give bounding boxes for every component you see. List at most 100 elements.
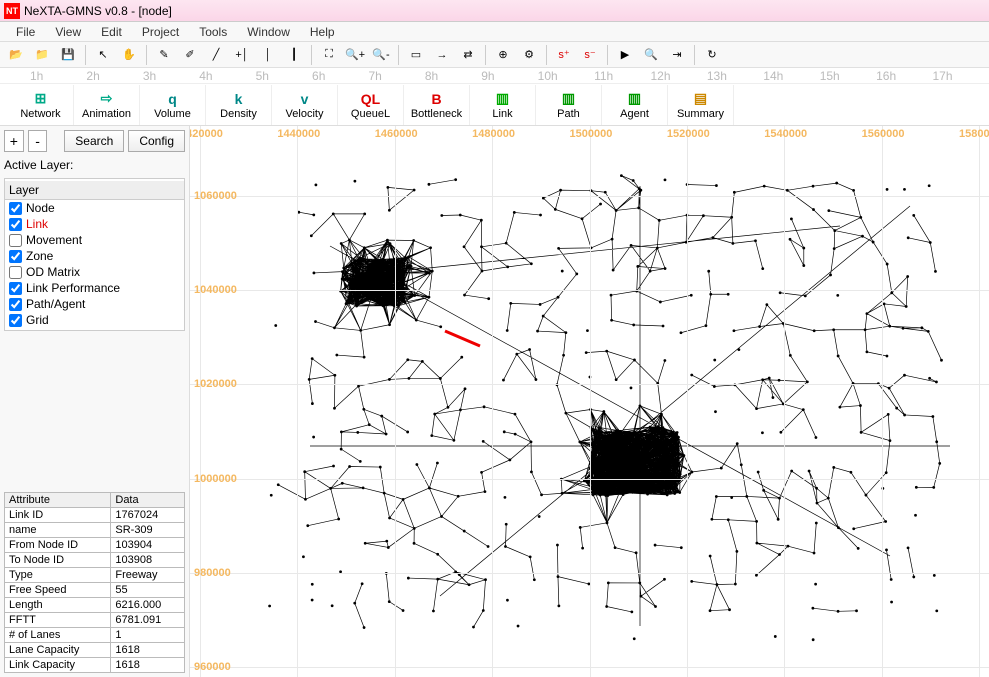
layer-checkbox[interactable] — [9, 250, 22, 263]
layer-checkbox[interactable] — [9, 202, 22, 215]
zoom-in-icon[interactable]: 🔍+ — [343, 44, 367, 66]
ribbon-network[interactable]: ⊞Network — [8, 85, 74, 125]
attr-value: 1 — [111, 628, 185, 643]
attr-value: 1767024 — [111, 508, 185, 523]
hand-icon[interactable]: ✋ — [117, 44, 141, 66]
table-row[interactable]: Length6216.000 — [5, 598, 185, 613]
layer-checkbox[interactable] — [9, 234, 22, 247]
zoom-minus-button[interactable]: - — [28, 130, 48, 152]
arrow-right-icon[interactable]: → — [430, 44, 454, 66]
y-gridlabel: 1040000 — [194, 284, 237, 296]
ribbon-path[interactable]: ▥Path — [536, 85, 602, 125]
time-tick: 4h — [199, 69, 255, 83]
table-row[interactable]: From Node ID103904 — [5, 538, 185, 553]
vline-icon[interactable]: │ — [256, 44, 280, 66]
menu-help[interactable]: Help — [300, 23, 345, 41]
target-icon[interactable]: ⊕ — [491, 44, 515, 66]
layer-item-grid[interactable]: Grid — [5, 312, 184, 328]
export-icon[interactable]: ⇥ — [665, 44, 689, 66]
config-button[interactable]: Config — [128, 130, 185, 152]
layer-item-zone[interactable]: Zone — [5, 248, 184, 264]
s-minus-icon[interactable]: s⁻ — [578, 44, 602, 66]
pencil2-icon[interactable]: ✐ — [178, 44, 202, 66]
add-point-icon[interactable]: +│ — [230, 44, 254, 66]
link-icon: ▥ — [496, 90, 509, 108]
attr-name: Link ID — [5, 508, 111, 523]
ribbon: ⊞Network⇨AnimationqVolumekDensityvVeloci… — [0, 84, 989, 126]
layer-label: Node — [26, 201, 55, 215]
menu-project[interactable]: Project — [132, 23, 189, 41]
time-tick: 11h — [594, 69, 650, 83]
x-gridlabel: 1460000 — [375, 128, 418, 140]
layer-label: Link Performance — [26, 281, 120, 295]
ribbon-label: Volume — [154, 108, 191, 120]
layer-checkbox[interactable] — [9, 298, 22, 311]
ribbon-density[interactable]: kDensity — [206, 85, 272, 125]
pencil-icon[interactable]: ✎ — [152, 44, 176, 66]
layer-item-odmatrix[interactable]: OD Matrix — [5, 264, 184, 280]
network-icon: ⊞ — [35, 90, 47, 108]
layer-item-movement[interactable]: Movement — [5, 232, 184, 248]
vline2-icon[interactable]: ┃ — [282, 44, 306, 66]
ribbon-queuel[interactable]: QLQueueL — [338, 85, 404, 125]
play-icon[interactable]: ▶ — [613, 44, 637, 66]
pointer-icon[interactable]: ↖ — [91, 44, 115, 66]
zoom-out-icon[interactable]: 🔍- — [369, 44, 393, 66]
menu-tools[interactable]: Tools — [189, 23, 237, 41]
line-icon[interactable]: ╱ — [204, 44, 228, 66]
time-tick: 7h — [368, 69, 424, 83]
layer-item-linkperformance[interactable]: Link Performance — [5, 280, 184, 296]
menu-edit[interactable]: Edit — [91, 23, 132, 41]
ribbon-summary[interactable]: ▤Summary — [668, 85, 734, 125]
attr-name: name — [5, 523, 111, 538]
menu-window[interactable]: Window — [237, 23, 300, 41]
save-icon[interactable]: 💾 — [56, 44, 80, 66]
table-row[interactable]: TypeFreeway — [5, 568, 185, 583]
table-row[interactable]: Free Speed55 — [5, 583, 185, 598]
zoom-plus-button[interactable]: + — [4, 130, 24, 152]
s-plus-icon[interactable]: s⁺ — [552, 44, 576, 66]
ribbon-agent[interactable]: ▥Agent — [602, 85, 668, 125]
x-gridlabel: 1540000 — [764, 128, 807, 140]
arrows-lr-icon[interactable]: ⇄ — [456, 44, 480, 66]
ribbon-bottleneck[interactable]: BBottleneck — [404, 85, 470, 125]
menu-view[interactable]: View — [45, 23, 91, 41]
refresh-icon[interactable]: ↻ — [700, 44, 724, 66]
zoom-icon[interactable]: 🔍 — [639, 44, 663, 66]
table-row[interactable]: nameSR-309 — [5, 523, 185, 538]
open-folder-icon[interactable]: 📂 — [4, 44, 28, 66]
gear-icon[interactable]: ⚙ — [517, 44, 541, 66]
layer-checkbox[interactable] — [9, 218, 22, 231]
table-row[interactable]: To Node ID103908 — [5, 553, 185, 568]
attr-name: FFTT — [5, 613, 111, 628]
layer-item-link[interactable]: Link — [5, 216, 184, 232]
ribbon-velocity[interactable]: vVelocity — [272, 85, 338, 125]
table-row[interactable]: # of Lanes1 — [5, 628, 185, 643]
table-row[interactable]: Link ID1767024 — [5, 508, 185, 523]
layer-item-pathagent[interactable]: Path/Agent — [5, 296, 184, 312]
menu-file[interactable]: File — [6, 23, 45, 41]
layer-item-node[interactable]: Node — [5, 200, 184, 216]
layer-label: OD Matrix — [26, 265, 80, 279]
ribbon-animation[interactable]: ⇨Animation — [74, 85, 140, 125]
ribbon-link[interactable]: ▥Link — [470, 85, 536, 125]
table-row[interactable]: Lane Capacity1618 — [5, 643, 185, 658]
time-tick: 16h — [876, 69, 932, 83]
search-button[interactable]: Search — [64, 130, 124, 152]
y-gridlabel: 980000 — [194, 567, 231, 579]
table-row[interactable]: FFTT6781.091 — [5, 613, 185, 628]
attr-value: 55 — [111, 583, 185, 598]
layer-checkbox[interactable] — [9, 266, 22, 279]
open-folder2-icon[interactable]: 📁 — [30, 44, 54, 66]
ribbon-label: Velocity — [286, 108, 324, 120]
x-gridlabel: 1500000 — [570, 128, 613, 140]
layer-checkbox[interactable] — [9, 314, 22, 327]
layer-checkbox[interactable] — [9, 282, 22, 295]
table-row[interactable]: Link Capacity1618 — [5, 658, 185, 673]
attr-value: SR-309 — [111, 523, 185, 538]
rect-icon[interactable]: ▭ — [404, 44, 428, 66]
time-tick: 13h — [707, 69, 763, 83]
fit-icon[interactable]: ⛶ — [317, 44, 341, 66]
ribbon-volume[interactable]: qVolume — [140, 85, 206, 125]
map-canvas[interactable]: 1420000144000014600001480000150000015200… — [190, 126, 989, 677]
